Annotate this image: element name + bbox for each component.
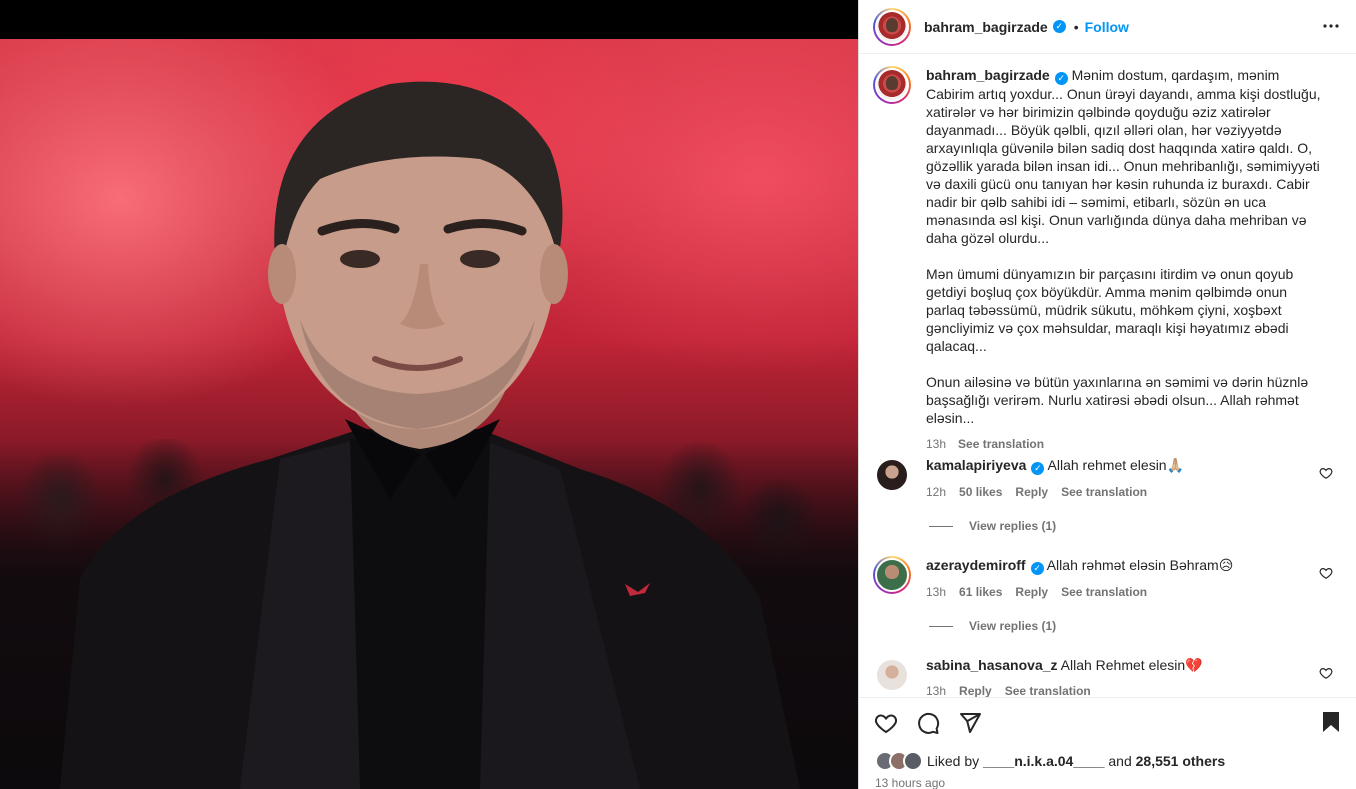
comment-reply-button[interactable]: Reply <box>1015 583 1048 601</box>
comment-time[interactable]: 12h <box>926 483 946 501</box>
post-media[interactable] <box>0 0 858 789</box>
comment-likes[interactable]: 61 likes <box>959 583 1002 601</box>
replies-line <box>929 625 953 627</box>
caption-text-3: Onun ailəsinə və bütün yaxınlarına ən sə… <box>926 374 1309 426</box>
post-side-panel: bahram_bagirzade ✓ • Follow bahram_bagir… <box>858 0 1356 789</box>
comment-avatar[interactable] <box>873 456 911 494</box>
liked-by-and: and <box>1108 753 1132 769</box>
liker-avatars <box>875 751 923 771</box>
comment-item: kamalapiriyeva ✓ Allah rehmet elesin🙏🏼 12… <box>873 456 1343 501</box>
comment-like-heart-icon[interactable] <box>1319 466 1333 480</box>
liked-by-prefix: Liked by <box>927 753 980 769</box>
caption-see-translation[interactable]: See translation <box>958 435 1044 453</box>
verified-badge-icon: ✓ <box>1031 462 1045 475</box>
comment-text: Allah rəhmət eləsin Bəhram😥 <box>1046 557 1234 573</box>
verified-badge-icon: ✓ <box>1052 20 1066 33</box>
replies-line <box>929 525 953 527</box>
comment-item: sabina_hasanova_z Allah Rehmet elesin💔 1… <box>873 656 1343 697</box>
comment-see-translation[interactable]: See translation <box>1005 682 1091 697</box>
likes-summary[interactable]: Liked by ____n.i.k.a.04____ and 28,551 o… <box>875 751 1225 771</box>
caption-text-2: Mən ümumi dünyamızın bir parçasını itird… <box>926 266 1294 354</box>
caption-time[interactable]: 13h <box>926 435 946 453</box>
comment-reply-button[interactable]: Reply <box>1015 483 1048 501</box>
follow-button[interactable]: Follow <box>1085 19 1129 35</box>
comment-like-heart-icon[interactable] <box>1319 666 1333 680</box>
post-caption: bahram_bagirzade ✓ Mənim dostum, qardaşım… <box>873 66 1343 453</box>
comment-likes[interactable]: 50 likes <box>959 483 1002 501</box>
view-replies-label: View replies (1) <box>969 519 1057 533</box>
comment-time[interactable]: 13h <box>926 682 946 697</box>
more-options-icon[interactable] <box>1319 14 1343 38</box>
comment-icon[interactable] <box>915 710 941 736</box>
view-replies-button[interactable]: View replies (1) <box>929 619 1056 633</box>
comment-avatar[interactable] <box>873 556 911 594</box>
bookmark-icon[interactable] <box>1319 710 1345 736</box>
post-actions: Liked by ____n.i.k.a.04____ and 28,551 o… <box>859 697 1356 789</box>
comment-see-translation[interactable]: See translation <box>1061 483 1147 501</box>
caption-text-1: Mənim dostum, qardaşım, mənim Cabirim ar… <box>926 67 1321 246</box>
post-timestamp[interactable]: 13 hours ago <box>875 776 945 789</box>
post-header: bahram_bagirzade ✓ • Follow <box>859 0 1356 54</box>
verified-badge-icon: ✓ <box>1030 562 1044 575</box>
author-avatar-image <box>877 11 907 42</box>
caption-author-username[interactable]: bahram_bagirzade <box>926 67 1050 83</box>
comment-item: azeraydemiroff ✓ Allah rəhmət eləsin Bəhr… <box>873 556 1343 601</box>
portrait-figure <box>60 81 800 789</box>
likes-text: Liked by ____n.i.k.a.04____ and 28,551 o… <box>927 753 1225 769</box>
comment-text: Allah rehmet elesin🙏🏼 <box>1047 457 1185 473</box>
caption-author-avatar[interactable] <box>873 66 911 104</box>
comment-username[interactable]: kamalapiriyeva <box>926 457 1026 473</box>
comments-scroll-area[interactable]: bahram_bagirzade ✓ Mənim dostum, qardaşım… <box>859 54 1356 697</box>
post-modal: bahram_bagirzade ✓ • Follow bahram_bagir… <box>0 0 1356 789</box>
comment-reply-button[interactable]: Reply <box>959 682 992 697</box>
liked-by-user-link[interactable]: ____n.i.k.a.04____ <box>983 753 1104 769</box>
author-username[interactable]: bahram_bagirzade <box>924 19 1048 35</box>
comment-text: Allah Rehmet elesin💔 <box>1060 657 1203 673</box>
comment-time[interactable]: 13h <box>926 583 946 601</box>
post-photo[interactable] <box>0 39 858 789</box>
comment-like-heart-icon[interactable] <box>1319 566 1333 580</box>
verified-badge-icon: ✓ <box>1054 72 1068 85</box>
comment-username[interactable]: sabina_hasanova_z <box>926 657 1058 673</box>
view-replies-label: View replies (1) <box>969 619 1057 633</box>
comment-username[interactable]: azeraydemiroff <box>926 557 1026 573</box>
caption-meta: 13h See translation <box>926 435 1326 453</box>
liked-by-others-link[interactable]: 28,551 others <box>1136 753 1226 769</box>
comment-avatar[interactable] <box>873 656 911 694</box>
comment-see-translation[interactable]: See translation <box>1061 583 1147 601</box>
share-icon[interactable] <box>957 710 983 736</box>
heart-icon[interactable] <box>873 710 899 736</box>
caption-avatar-image <box>877 70 907 100</box>
separator-dot: • <box>1073 18 1079 35</box>
view-replies-button[interactable]: View replies (1) <box>929 519 1056 533</box>
author-avatar[interactable] <box>873 7 911 46</box>
